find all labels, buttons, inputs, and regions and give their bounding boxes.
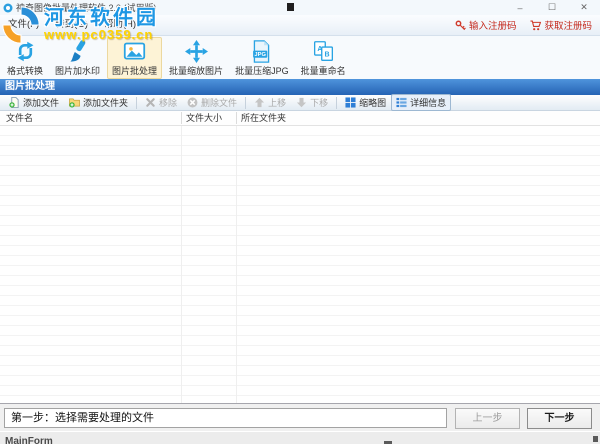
background-window-title: MainForm (5, 436, 53, 444)
add-folder-button[interactable]: 添加文件夹 (64, 94, 133, 111)
file-table-header: 文件名 文件大小 所在文件夹 (0, 111, 600, 126)
batch-process-icon (123, 42, 146, 60)
menu-goto[interactable]: 转到(G) (47, 15, 96, 35)
delete-file-button[interactable]: 删除文件 (182, 94, 242, 111)
section-header: 图片批处理 (0, 79, 600, 95)
background-window-strip: MainForm (0, 431, 600, 444)
rename-letter-b: B (324, 51, 329, 58)
column-divider[interactable] (236, 112, 237, 124)
close-button[interactable]: ✕ (568, 0, 600, 15)
details-view-label: 详细信息 (410, 98, 447, 108)
menu-bar: 文件(F) 转到(G) 帮助(H) 输入注册码 获取注册码 (0, 15, 600, 36)
move-down-button[interactable]: 下移 (291, 94, 333, 111)
tool-batch-scale[interactable]: 批量缩放图片 (164, 37, 228, 79)
main-toolbar: 格式转换 图片加水印 图片批处理 批量缩放图片 JPG 批量压缩JPG A B … (0, 36, 600, 79)
delete-file-label: 删除文件 (201, 98, 238, 108)
compress-jpg-icon: JPG (253, 40, 270, 63)
thumbnail-view-label: 缩略图 (359, 98, 387, 108)
step-status-box: 第一步：选择需要处理的文件 (4, 408, 447, 428)
jpg-badge-text: JPG (255, 52, 267, 58)
toolbar-separator (136, 96, 138, 109)
move-up-button[interactable]: 上移 (249, 94, 291, 111)
tool-batch-rename[interactable]: A B 批量重命名 (296, 37, 351, 79)
key-icon (455, 20, 466, 30)
app-icon (3, 3, 13, 12)
add-file-button[interactable]: 添加文件 (4, 94, 64, 111)
delete-file-icon (187, 97, 198, 108)
tool-label: 图片加水印 (55, 66, 101, 76)
column-gridline (236, 126, 237, 403)
window-title: 神奇图像批量处理软件 2.0 (试用版) (16, 3, 157, 13)
tool-label: 批量压缩JPG (235, 66, 289, 76)
enter-register-code-label: 输入注册码 (468, 21, 517, 32)
file-list[interactable] (0, 126, 600, 403)
tool-label: 图片批处理 (112, 66, 158, 76)
tool-label: 批量重命名 (300, 66, 346, 76)
details-view-button[interactable]: 详细信息 (391, 94, 452, 111)
details-view-icon (396, 97, 407, 108)
add-file-label: 添加文件 (23, 98, 60, 108)
format-convert-icon (17, 41, 33, 62)
batch-scale-icon (184, 40, 208, 63)
remove-icon (146, 98, 155, 107)
title-bar: 神奇图像批量处理软件 2.0 (试用版) – ☐ ✕ (0, 0, 600, 15)
tool-label: 批量缩放图片 (169, 66, 224, 76)
screenshot-artifact (593, 436, 598, 442)
toolbar-separator (336, 96, 338, 109)
tool-format-convert[interactable]: 格式转换 (2, 37, 48, 79)
file-toolbar: 添加文件 添加文件夹 移除 删除文件 上移 下移 缩略图 详细信息 (0, 94, 600, 111)
menu-file[interactable]: 文件(F) (0, 15, 47, 35)
tool-batch-process[interactable]: 图片批处理 (107, 37, 163, 79)
app-window: 神奇图像批量处理软件 2.0 (试用版) – ☐ ✕ 文件(F) 转到(G) 帮… (0, 0, 600, 444)
window-controls: – ☐ ✕ (504, 0, 600, 15)
add-folder-icon (69, 98, 80, 108)
tool-label: 格式转换 (7, 66, 44, 76)
add-file-icon (9, 97, 19, 108)
move-up-label: 上移 (268, 98, 287, 108)
remove-button[interactable]: 移除 (140, 94, 182, 111)
tool-compress-jpg[interactable]: JPG 批量压缩JPG (230, 37, 294, 79)
watermark-brush-icon (70, 40, 86, 62)
cart-icon (530, 20, 542, 30)
thumbnail-view-button[interactable]: 缩略图 (340, 94, 391, 111)
minimize-button[interactable]: – (504, 0, 536, 15)
move-up-icon (254, 97, 265, 108)
wizard-bar: 第一步：选择需要处理的文件 上一步 下一步 (0, 403, 600, 431)
previous-step-button[interactable]: 上一步 (455, 408, 520, 429)
move-down-icon (296, 97, 307, 108)
column-header-filename[interactable]: 文件名 (6, 111, 33, 125)
toolbar-separator (245, 96, 247, 109)
next-step-button[interactable]: 下一步 (527, 408, 592, 429)
get-register-code-label: 获取注册码 (544, 21, 592, 32)
add-folder-label: 添加文件夹 (83, 98, 129, 108)
enter-register-code-link[interactable]: 输入注册码 (455, 18, 517, 32)
remove-label: 移除 (159, 98, 178, 108)
tool-add-watermark[interactable]: 图片加水印 (50, 37, 105, 79)
batch-rename-icon: A B (313, 41, 333, 62)
screenshot-artifact (287, 3, 294, 11)
column-divider[interactable] (181, 112, 182, 124)
column-gridline (181, 126, 182, 403)
maximize-button[interactable]: ☐ (536, 0, 568, 15)
menu-help[interactable]: 帮助(H) (96, 15, 144, 35)
thumbnail-view-icon (345, 97, 356, 108)
column-header-filesize[interactable]: 文件大小 (186, 111, 222, 125)
move-down-label: 下移 (310, 98, 329, 108)
get-register-code-link[interactable]: 获取注册码 (530, 18, 592, 32)
column-header-folder[interactable]: 所在文件夹 (241, 111, 286, 125)
register-area: 输入注册码 获取注册码 (455, 18, 592, 32)
